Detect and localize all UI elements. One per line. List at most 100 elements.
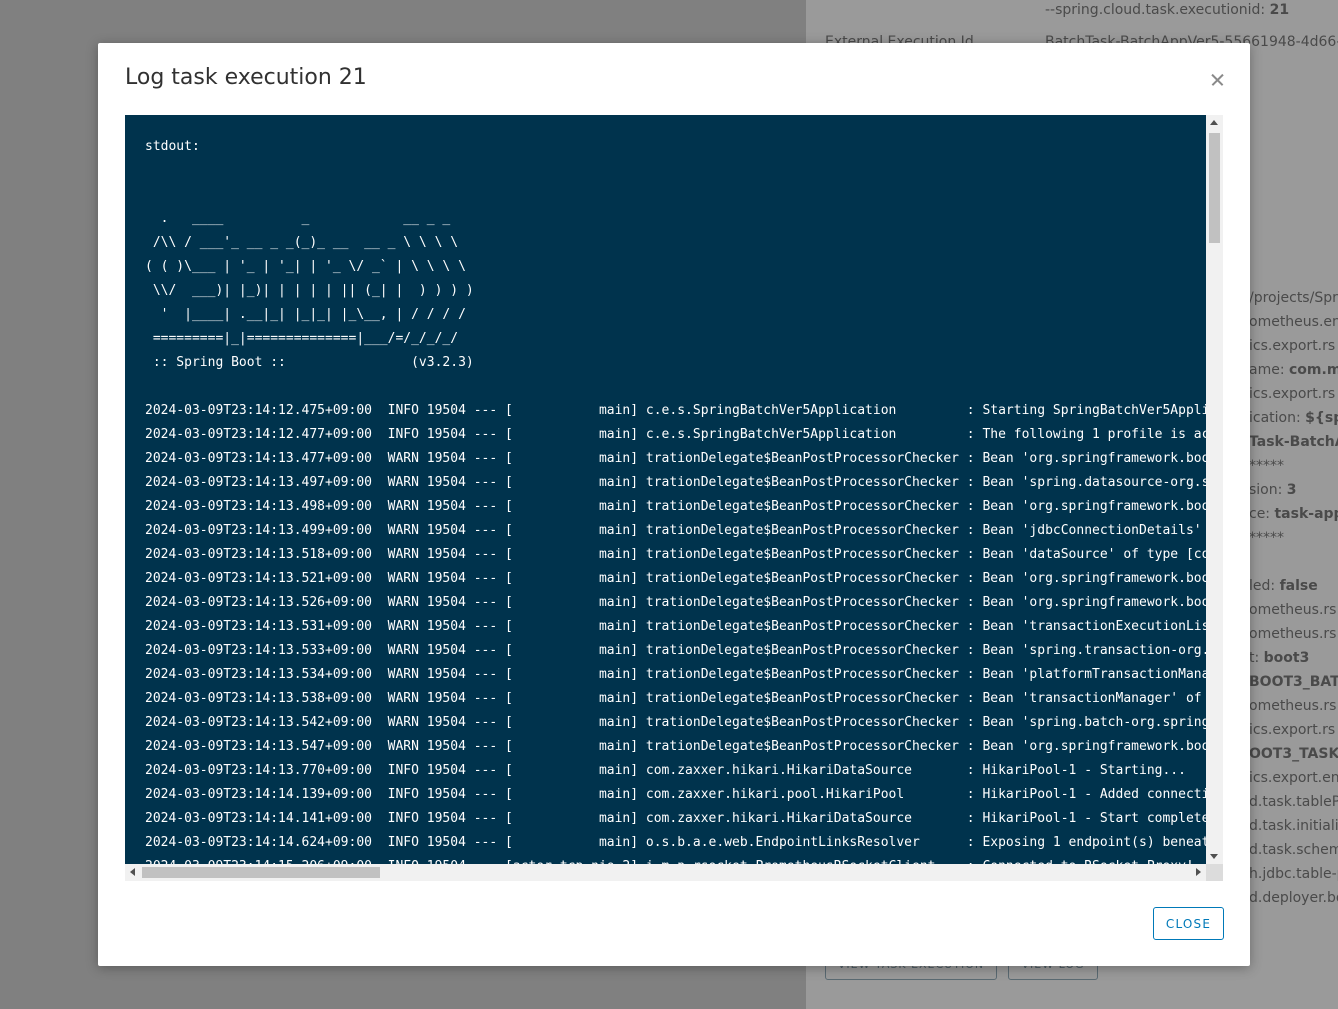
background-detail-value: false (1279, 578, 1318, 594)
log-line: 2024-03-09T23:14:13.518+09:00 WARN 19504… (145, 547, 1206, 562)
log-line: 2024-03-09T23:14:13.538+09:00 WARN 19504… (145, 691, 1202, 706)
log-line: 2024-03-09T23:14:15.206+09:00 INFO 19504… (145, 855, 1206, 864)
background-detail-line: ometheus.rs (1249, 698, 1336, 714)
background-detail-text: /projects/Sprin (1249, 290, 1338, 306)
log-line: 2024-03-09T23:14:13.497+09:00 WARN 19504… (145, 475, 1206, 490)
background-detail-text: --spring.cloud.task.executionid: (1045, 2, 1270, 18)
background-detail-value: ${spr (1305, 410, 1338, 426)
log-line: 2024-03-09T23:14:13.521+09:00 WARN 19504… (145, 571, 1206, 586)
log-line: 2024-03-09T23:14:13.533+09:00 WARN 19504… (145, 643, 1206, 658)
log-line: 2024-03-09T23:14:14.624+09:00 INFO 19504… (145, 835, 1206, 850)
background-detail-text: sion: (1249, 482, 1287, 498)
log-modal: Log task execution 21 stdout: . ____ _ _… (98, 43, 1250, 966)
background-detail-value: BOOT3_BAT (1249, 674, 1338, 690)
scrollbar-corner (1206, 864, 1223, 881)
background-detail-line: Task-BatchAp (1249, 434, 1338, 450)
close-button[interactable]: CLOSE (1153, 907, 1224, 940)
background-detail-text: ics.export.rs (1249, 386, 1336, 402)
background-detail-line: sion: 3 (1249, 482, 1297, 498)
log-line: 2024-03-09T23:14:13.477+09:00 WARN 19504… (145, 451, 1206, 466)
log-line: 2024-03-09T23:14:12.475+09:00 INFO 19504… (145, 403, 1206, 418)
log-line: 2024-03-09T23:14:13.534+09:00 WARN 19504… (145, 667, 1206, 682)
background-detail-line: led: false (1249, 578, 1318, 594)
vertical-scroll-thumb[interactable] (1209, 133, 1220, 243)
background-detail-value: task-app (1274, 506, 1338, 522)
background-detail-text: t: (1249, 650, 1264, 666)
scroll-up-arrow-icon[interactable] (1210, 120, 1218, 125)
background-detail-text: ***** (1249, 530, 1284, 546)
scroll-left-arrow-icon[interactable] (130, 868, 135, 876)
vertical-scrollbar[interactable] (1206, 115, 1223, 864)
background-detail-text: ics.export.rs (1249, 338, 1336, 354)
background-detail-text: ometheus.en (1249, 314, 1338, 330)
log-line: =========|_|==============|___/=/_/_/_/ (145, 331, 459, 346)
log-line: 2024-03-09T23:14:13.531+09:00 WARN 19504… (145, 619, 1206, 634)
background-detail-text: d.task.initializ (1249, 818, 1338, 834)
background-detail-text: ics.export.rs (1249, 722, 1336, 738)
background-detail-line: ics.export.rs (1249, 722, 1335, 738)
background-detail-line: ***** (1249, 458, 1284, 474)
background-detail-text: ometheus.rs (1249, 602, 1337, 618)
background-detail-text: ication: (1249, 410, 1306, 426)
background-detail-line: /projects/Sprin (1249, 290, 1338, 306)
background-detail-text: d.deployer.bo (1249, 890, 1338, 906)
log-line: ' |____| .__|_| |_|_| |_\__, | / / / / (145, 307, 466, 322)
background-detail-text: h.jdbc.table-p (1249, 866, 1338, 882)
log-line: ( ( )\___ | '_ | '_| | '_ \/ _` | \ \ \ … (145, 259, 466, 274)
background-detail-value: boot3 (1263, 650, 1310, 666)
background-detail-text: ometheus.rs (1249, 626, 1337, 642)
background-detail-line: ometheus.en (1249, 314, 1338, 330)
background-detail-text: d.task.schem (1249, 842, 1338, 858)
background-detail-line: ce: task-app (1249, 506, 1338, 522)
log-line: 2024-03-09T23:14:14.141+09:00 INFO 19504… (145, 811, 1206, 826)
log-line: 2024-03-09T23:14:12.477+09:00 INFO 19504… (145, 427, 1206, 442)
log-line: 2024-03-09T23:14:13.770+09:00 INFO 19504… (145, 763, 1186, 778)
background-detail-text: ***** (1249, 458, 1284, 474)
log-line: /\\ / ___'_ __ _ _(_)_ __ __ _ \ \ \ \ (145, 235, 459, 250)
log-line: 2024-03-09T23:14:13.542+09:00 WARN 19504… (145, 715, 1206, 730)
scroll-down-arrow-icon[interactable] (1210, 854, 1218, 859)
scroll-right-arrow-icon[interactable] (1196, 868, 1201, 876)
close-icon[interactable] (1206, 68, 1230, 92)
background-detail-line: ometheus.rs (1249, 602, 1336, 618)
background-detail-line: ics.export.rs (1249, 386, 1335, 402)
log-line: 2024-03-09T23:14:13.547+09:00 WARN 19504… (145, 739, 1206, 754)
background-detail-value: OOT3_TASK (1249, 746, 1338, 762)
log-output-panel[interactable]: stdout: . ____ _ __ _ _ /\\ / ___'_ __ _… (125, 115, 1206, 864)
background-detail-text: ame: (1249, 362, 1289, 378)
background-detail-value: com.m (1289, 362, 1338, 378)
background-detail-line: d.deployer.bo (1249, 890, 1338, 906)
background-detail-line: ics.export.rs (1249, 338, 1335, 354)
background-detail-text: ics.export.en (1249, 770, 1338, 786)
modal-title: Log task execution 21 (125, 65, 367, 90)
background-detail-line: ***** (1249, 530, 1284, 546)
background-detail-line: h.jdbc.table-p (1249, 866, 1338, 882)
background-detail-text: ce: (1249, 506, 1275, 522)
background-detail-text: led: (1249, 578, 1280, 594)
background-detail-line: d.task.tableP (1249, 794, 1338, 810)
background-detail-line: ication: ${spr (1249, 410, 1338, 426)
background-detail-line: --spring.cloud.task.executionid: 21 (1045, 2, 1289, 18)
horizontal-scroll-thumb[interactable] (142, 867, 380, 878)
background-detail-value: 3 (1286, 482, 1297, 498)
background-detail-line: ame: com.m (1249, 362, 1338, 378)
log-line: 2024-03-09T23:14:13.498+09:00 WARN 19504… (145, 499, 1206, 514)
log-line: . ____ _ __ _ _ (145, 211, 451, 226)
background-detail-line: ometheus.rs (1249, 626, 1336, 642)
background-detail-line: BOOT3_BAT (1249, 674, 1338, 690)
background-detail-line: d.task.schem (1249, 842, 1338, 858)
background-detail-line: OOT3_TASK (1249, 746, 1338, 762)
log-line: :: Spring Boot :: (v3.2.3) (145, 355, 474, 370)
log-line: 2024-03-09T23:14:13.526+09:00 WARN 19504… (145, 595, 1206, 610)
log-output-text: stdout: . ____ _ __ _ _ /\\ / ___'_ __ _… (145, 135, 1206, 864)
log-line: 2024-03-09T23:14:14.139+09:00 INFO 19504… (145, 787, 1206, 802)
background-detail-line: d.task.initializ (1249, 818, 1338, 834)
log-line: \\/ ___)| |_)| | | | | || (_| | ) ) ) ) (145, 283, 474, 298)
background-detail-text: d.task.tableP (1249, 794, 1338, 810)
log-line: stdout: (145, 139, 200, 154)
log-line: 2024-03-09T23:14:13.499+09:00 WARN 19504… (145, 523, 1202, 538)
horizontal-scrollbar[interactable] (125, 864, 1206, 881)
